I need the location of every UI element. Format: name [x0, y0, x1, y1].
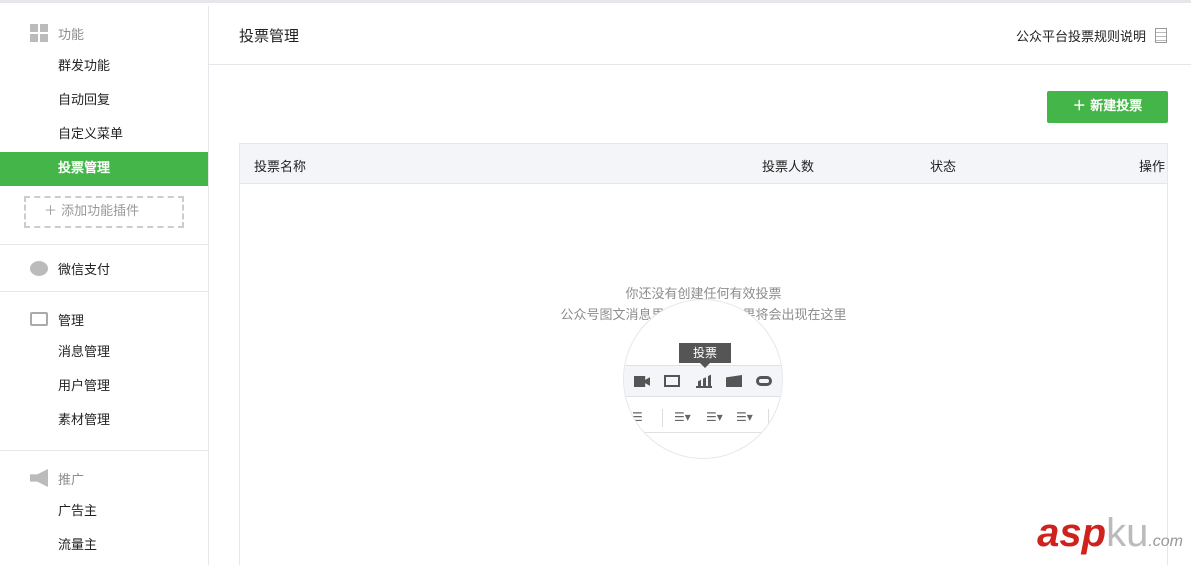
spacing-after-icon: ☰▾	[706, 410, 723, 424]
promo-section: 推广 广告主 流量主	[0, 451, 208, 575]
sidebar-item-wechat-pay[interactable]: 微信支付	[0, 251, 208, 285]
sidebar-item-publisher[interactable]: 流量主	[0, 529, 208, 563]
new-vote-button[interactable]: ＋ 新建投票	[1047, 91, 1168, 123]
align-icon: ☰	[632, 410, 643, 424]
document-icon	[1155, 27, 1167, 43]
sidebar-item-mass-send[interactable]: 群发功能	[0, 50, 208, 84]
tooltip: 投票	[679, 343, 731, 368]
sidebar-item-users[interactable]: 用户管理	[0, 370, 208, 404]
plus-icon: ＋	[1072, 99, 1091, 114]
sidebar-item-custom-menu[interactable]: 自定义菜单	[0, 118, 208, 152]
pay-section: 微信支付	[0, 245, 208, 292]
wechat-pay-icon	[30, 260, 48, 276]
editor-illustration: 投票 ☰ ☰▾ ☰▾ ☰▾	[623, 299, 783, 459]
vote-table: 投票名称 投票人数 状态 操作 你还没有创建任何有效投票 公众号图文消息里插入的…	[239, 143, 1168, 565]
vote-chart-icon	[696, 374, 712, 388]
sidebar-item-advertiser[interactable]: 广告主	[0, 495, 208, 529]
col-vote-count: 投票人数	[762, 160, 815, 175]
page-title: 投票管理	[239, 26, 300, 45]
link-icon	[756, 376, 772, 386]
video-icon	[634, 376, 650, 387]
megaphone-icon	[30, 469, 48, 487]
col-vote-name: 投票名称	[254, 160, 307, 175]
sidebar-item-auto-reply[interactable]: 自动回复	[0, 84, 208, 118]
table-header: 投票名称 投票人数 状态 操作	[240, 144, 1167, 184]
manage-section: 管理 消息管理 用户管理 素材管理	[0, 292, 208, 451]
image-icon	[664, 375, 680, 387]
indent-icon: ☰▾	[736, 410, 753, 424]
inbox-icon	[30, 312, 48, 326]
watermark-logo: aspku.com	[1037, 511, 1183, 555]
section-title: 功能	[58, 27, 85, 43]
add-plugin-button[interactable]: ＋ 添加功能插件	[24, 196, 184, 228]
grid-icon	[30, 24, 48, 42]
rules-link[interactable]: 公众平台投票规则说明	[1016, 26, 1167, 45]
card-icon	[726, 375, 742, 387]
sidebar-item-materials[interactable]: 素材管理	[0, 404, 208, 438]
page-header: 投票管理 公众平台投票规则说明	[209, 6, 1191, 65]
sidebar-item-messages[interactable]: 消息管理	[0, 336, 208, 370]
features-section: 功能 群发功能 自动回复 自定义菜单 投票管理 ＋ 添加功能插件	[0, 6, 208, 245]
spacing-before-icon: ☰▾	[674, 410, 691, 424]
col-actions: 操作	[1138, 160, 1165, 175]
col-status: 状态	[930, 160, 957, 175]
plus-icon: ＋	[44, 204, 62, 219]
sidebar: 功能 群发功能 自动回复 自定义菜单 投票管理 ＋ 添加功能插件 微信支付 管理…	[0, 6, 209, 565]
sidebar-item-vote-management[interactable]: 投票管理	[0, 152, 208, 186]
main-content: 投票管理 公众平台投票规则说明 ＋ 新建投票 投票名称 投票人数 状态 操作 你…	[209, 6, 1191, 565]
